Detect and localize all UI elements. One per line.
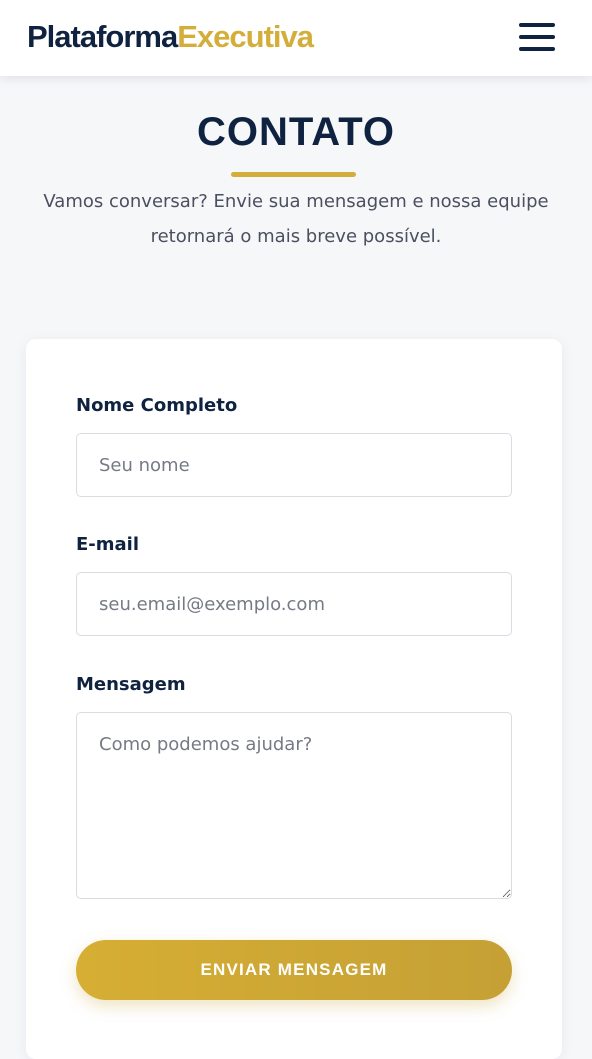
logo-text-accent: Executiva (177, 19, 314, 54)
email-input[interactable] (76, 572, 512, 636)
name-label: Nome Completo (76, 395, 238, 416)
title-underline (231, 172, 356, 177)
page-title: CONTATO (196, 110, 396, 154)
site-header: PlataformaExecutiva (0, 0, 592, 76)
logo-text-primary: Plataforma (27, 19, 178, 54)
hamburger-menu-icon[interactable] (515, 21, 559, 53)
email-label: E-mail (76, 534, 140, 555)
menu-bar (519, 35, 555, 39)
submit-button[interactable]: ENVIAR MENSAGEM (76, 940, 512, 1000)
message-label: Mensagem (76, 674, 186, 695)
message-textarea[interactable] (76, 712, 512, 899)
site-logo[interactable]: PlataformaExecutiva (27, 17, 314, 57)
menu-bar (519, 23, 555, 27)
name-input[interactable] (76, 433, 512, 497)
menu-bar (519, 47, 555, 51)
page-subtitle: Vamos conversar? Envie sua mensagem e no… (43, 191, 549, 247)
